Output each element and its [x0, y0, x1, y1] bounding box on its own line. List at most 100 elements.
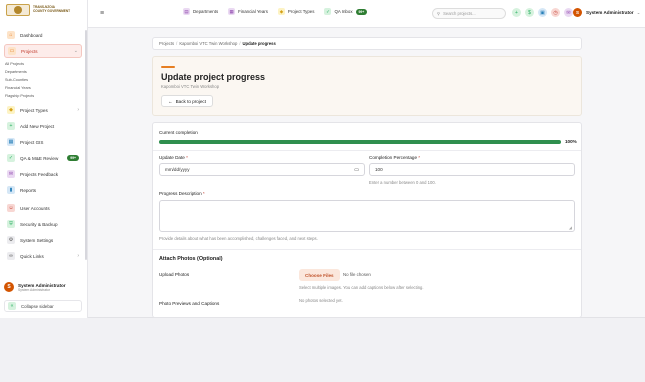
breadcrumb-separator: /: [239, 41, 241, 46]
sidebar-item-qa-review[interactable]: ✓ QA & M&E Review 99+: [4, 151, 82, 165]
required-mark: *: [418, 155, 421, 160]
chat-icon[interactable]: ✉: [564, 8, 573, 17]
quick-links: ▤ Departments ▦ Financial Years ◆ Projec…: [183, 8, 380, 15]
app-window: TRANS-NZOIA COUNTY GOVERNMENT ⌂ Dashboar…: [0, 0, 645, 318]
sidebar-item-projects[interactable]: ▭ Projects ⌄: [4, 44, 82, 58]
sidebar-nav: ⌂ Dashboard ▭ Projects ⌄ All Projects De…: [4, 28, 82, 265]
sidebar-item-label: Project GIS: [20, 139, 44, 145]
progress-fill: [159, 140, 561, 144]
sidebar-item-label: User Accounts: [20, 205, 50, 211]
sidebar-item-security-backup[interactable]: ⛨ Security & Backup: [4, 217, 82, 231]
no-file-chosen: No file chosen: [343, 272, 371, 277]
money-icon[interactable]: $: [525, 8, 534, 17]
tag-icon: ◆: [277, 8, 285, 15]
quick-link-financial-years[interactable]: ▦ Financial Years: [228, 8, 268, 15]
completion-percentage-label-text: Completion Percentage: [369, 155, 418, 160]
no-photos-message: No photos selected yet.: [299, 298, 343, 303]
quick-link-label: Departments: [193, 9, 219, 14]
link-icon: ∞: [7, 252, 15, 260]
sidebar-item-reports[interactable]: ▮ Reports: [4, 183, 82, 197]
completion-percentage-field[interactable]: 100: [369, 163, 575, 176]
qr-icon[interactable]: ▣: [538, 8, 547, 17]
sidebar-item-label: Project Types: [20, 107, 48, 113]
update-date-value: mm/dd/yyyy: [165, 167, 190, 172]
quick-link-qa-inbox[interactable]: ✓ QA Inbox 99+: [324, 8, 370, 15]
search-input[interactable]: Search projects...: [443, 11, 476, 16]
search-icon: ⚲: [437, 11, 441, 16]
users-icon: ☺: [7, 204, 15, 212]
progress-description-label: Progress Description *: [159, 191, 205, 196]
hamburger-menu-icon[interactable]: ≡: [100, 10, 104, 17]
calendar-icon[interactable]: ▭: [354, 167, 359, 173]
resize-handle-icon[interactable]: ◢: [569, 225, 572, 230]
sidebar-item-system-settings[interactable]: ⚙ System Settings: [4, 233, 82, 247]
submenu-item-sub-counties[interactable]: Sub-Counties: [5, 76, 82, 84]
back-to-project-button[interactable]: ← Back to project: [161, 95, 213, 107]
building-icon: ▤: [183, 8, 190, 15]
sidebar-item-project-types[interactable]: ◆ Project Types ›: [4, 103, 82, 117]
arrow-left-icon: ←: [168, 98, 173, 104]
logo-text: TRANS-NZOIA COUNTY GOVERNMENT: [33, 5, 70, 13]
check-circle-icon: ✓: [7, 154, 15, 162]
sidebar: TRANS-NZOIA COUNTY GOVERNMENT ⌂ Dashboar…: [0, 0, 88, 318]
plus-icon: +: [7, 122, 15, 130]
sidebar-scrollbar[interactable]: [85, 30, 87, 260]
submenu-item-flagship-projects[interactable]: Flagship Projects: [5, 92, 82, 100]
inbox-icon: ✓: [324, 8, 332, 15]
sidebar-item-label: Projects: [21, 48, 38, 54]
add-icon[interactable]: +: [512, 8, 521, 17]
county-logo[interactable]: [6, 4, 30, 16]
collapse-sidebar-button[interactable]: « Collapse sidebar: [4, 300, 82, 312]
required-mark: *: [186, 155, 188, 160]
quick-link-departments[interactable]: ▤ Departments: [183, 8, 218, 15]
logo-text-line2: COUNTY GOVERNMENT: [33, 9, 71, 13]
quick-link-label: QA Inbox: [334, 9, 353, 14]
calendar-icon: ▦: [228, 8, 236, 15]
sidebar-item-quick-links[interactable]: ∞ Quick Links ›: [4, 249, 82, 263]
sidebar-item-dashboard[interactable]: ⌂ Dashboard: [4, 28, 82, 42]
topbar-user-menu[interactable]: S System Administrator ⌄: [573, 8, 640, 17]
completion-percentage-label: Completion Percentage *: [369, 155, 420, 160]
sidebar-item-label: Reports: [20, 187, 37, 193]
chevron-down-icon: ⌄: [73, 48, 78, 54]
sidebar-item-user-accounts[interactable]: ☺ User Accounts: [4, 201, 82, 215]
search-box[interactable]: ⚲ Search projects...: [432, 8, 506, 19]
sidebar-user[interactable]: S System Administrator System Administra…: [4, 278, 82, 296]
qa-inbox-badge: 99+: [355, 8, 368, 15]
screen-frame: TRANS-NZOIA COUNTY GOVERNMENT ⌂ Dashboar…: [0, 0, 645, 382]
submenu-item-departments[interactable]: Departments: [5, 68, 82, 76]
submenu-item-financial-years[interactable]: Financial Years: [5, 84, 82, 92]
progress-description-field[interactable]: ◢: [159, 200, 575, 232]
avatar: S: [573, 8, 582, 17]
update-date-label-text: Update Date: [159, 155, 185, 160]
divider: [153, 249, 581, 250]
submenu-item-all-projects[interactable]: All Projects: [5, 60, 82, 68]
breadcrumb-current: Update progress: [242, 41, 276, 46]
attach-photos-title: Attach Photos (Optional): [159, 256, 223, 262]
sidebar-item-label: Dashboard: [20, 32, 43, 38]
toolbar-icons: + $ ▣ ◷ ✉: [512, 8, 577, 17]
breadcrumb-projects[interactable]: Projects: [159, 41, 174, 46]
top-bar: ≡ ▤ Departments ▦ Financial Years ◆ Proj…: [88, 0, 645, 28]
upload-photos-label: Upload Photos: [159, 272, 190, 277]
sidebar-item-label: Projects Feedback: [20, 171, 59, 177]
sidebar-item-project-gis[interactable]: ▦ Project GIS: [4, 135, 82, 149]
avatar: S: [4, 282, 14, 292]
quick-link-project-types[interactable]: ◆ Project Types: [277, 8, 314, 15]
home-icon: ⌂: [7, 31, 15, 39]
collapse-label: Collapse sidebar: [21, 303, 54, 309]
photo-previews-label: Photo Previews and Captions: [159, 301, 220, 306]
breadcrumb-project[interactable]: Kapomboi VTC Twin Workshop: [179, 41, 237, 46]
choose-files-button[interactable]: Choose Files: [299, 269, 340, 281]
page-title: Update project progress: [161, 72, 266, 82]
clock-icon[interactable]: ◷: [551, 8, 560, 17]
breadcrumb-separator: /: [176, 41, 178, 46]
accent-bar: [161, 66, 175, 68]
back-label: Back to project: [175, 98, 206, 104]
sidebar-item-add-new-project[interactable]: + Add New Project: [4, 119, 82, 133]
update-date-label: Update Date *: [159, 155, 188, 160]
page-header: Update project progress Kapomboi VTC Twi…: [152, 56, 582, 116]
sidebar-item-projects-feedback[interactable]: ✉ Projects Feedback: [4, 167, 82, 181]
sidebar-item-label: Add New Project: [20, 123, 55, 129]
update-date-field[interactable]: mm/dd/yyyy ▭: [159, 163, 365, 176]
